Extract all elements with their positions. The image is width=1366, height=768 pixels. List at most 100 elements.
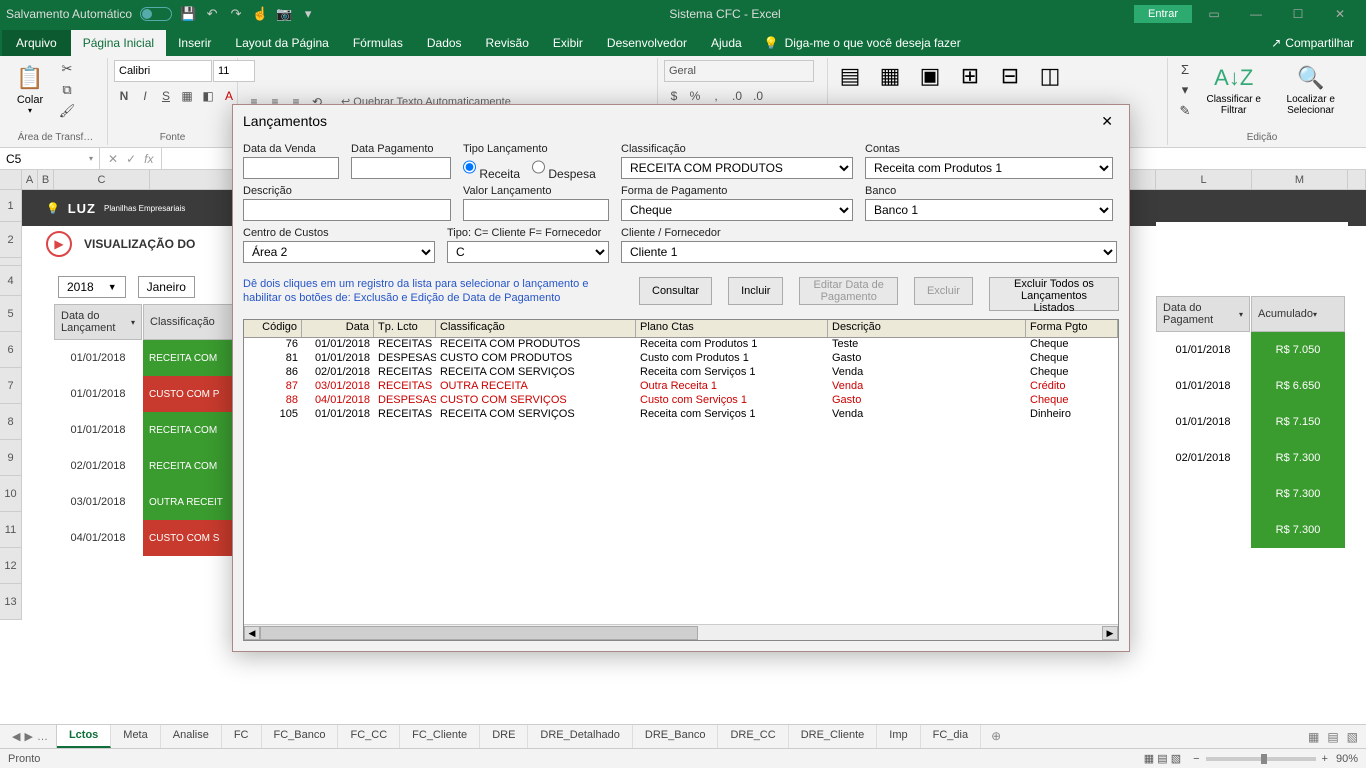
tab-layout[interactable]: Layout da Página [223,30,340,56]
scroll-track[interactable] [260,626,1102,640]
save-icon[interactable]: 💾 [180,6,196,22]
cell-date[interactable]: 04/01/2018 [54,520,142,556]
row-5[interactable]: 5 [0,296,22,332]
close-window-icon[interactable]: ✕ [1320,1,1360,27]
view-buttons[interactable]: ▦ ▤ ▧ [1144,752,1181,765]
cell-class[interactable]: CUSTO COM P [143,376,233,412]
autosum-icon[interactable]: Σ [1174,60,1196,78]
select-classif[interactable]: RECEITA COM PRODUTOS [621,157,853,179]
close-icon[interactable]: ✕ [1095,111,1119,132]
select-centro[interactable]: Área 2 [243,241,435,263]
sheet-tab-Imp[interactable]: Imp [877,725,920,748]
decrease-decimal-icon[interactable]: .0 [748,86,768,106]
tab-nav-prev-icon[interactable]: ◀ [12,730,20,743]
italic-icon[interactable]: I [135,86,155,106]
hdr-data-pgto[interactable]: Data do Pagament▾ [1156,296,1250,332]
cell-class[interactable]: RECEITA COM [143,340,233,376]
cut-icon[interactable]: ✂ [56,60,78,78]
sheet-tab-DRE_Detalhado[interactable]: DRE_Detalhado [528,725,633,748]
cell-class[interactable]: OUTRA RECEIT [143,484,233,520]
consultar-button[interactable]: Consultar [639,277,712,305]
tab-desenvolvedor[interactable]: Desenvolvedor [595,30,699,56]
radio-receita[interactable]: Receita [463,156,520,181]
touch-icon[interactable]: ☝ [252,6,268,22]
tab-dados[interactable]: Dados [415,30,474,56]
cell-acum[interactable]: R$ 7.150 [1251,404,1345,440]
cell-date[interactable]: 02/01/2018 [54,448,142,484]
cell-acum[interactable]: R$ 7.300 [1251,512,1345,548]
copy-icon[interactable]: ⧉ [56,81,78,99]
cell-date[interactable]: 03/01/2018 [54,484,142,520]
cell-date[interactable]: 01/01/2018 [54,340,142,376]
play-icon[interactable]: ▶ [46,231,72,257]
sheet-tab-FC_CC[interactable]: FC_CC [338,725,400,748]
zoom-out-icon[interactable]: − [1193,753,1199,765]
row-9[interactable]: 9 [0,440,22,476]
sheet-tab-DRE_Cliente[interactable]: DRE_Cliente [789,725,878,748]
excluir-button[interactable]: Excluir [914,277,973,305]
sheet-tab-Meta[interactable]: Meta [111,725,160,748]
zoom-in-icon[interactable]: + [1322,753,1328,765]
new-sheet-icon[interactable]: ⊕ [981,725,1011,748]
view-layout-icon[interactable]: ▤ [1327,730,1338,744]
cell-pgto[interactable] [1156,512,1250,548]
lancamentos-grid[interactable]: Código Data Tp. Lcto Classificação Plano… [243,319,1119,641]
tell-me-input[interactable]: 💡 Diga-me o que você deseja fazer [754,30,971,56]
select-forma[interactable]: Cheque [621,199,853,221]
ribbon-options-icon[interactable]: ▭ [1194,1,1234,27]
col-A[interactable]: A [22,170,38,189]
row-12[interactable]: 12 [0,548,22,584]
select-contas[interactable]: Receita com Produtos 1 [865,157,1113,179]
select-tipo-cf[interactable]: C [447,241,609,263]
cancel-formula-icon[interactable]: ✕ [108,152,118,166]
percent-icon[interactable]: % [685,86,705,106]
paste-button[interactable]: 📋 Colar ▾ [10,60,50,117]
row-4[interactable]: 4 [0,266,22,296]
font-color-icon[interactable]: A [219,86,239,106]
format-table-icon[interactable]: ▦ [874,60,906,92]
cell-pgto[interactable] [1156,476,1250,512]
scroll-right-icon[interactable]: ▶ [1102,626,1118,640]
cell-pgto[interactable]: 02/01/2018 [1156,440,1250,476]
sheet-tab-Analise[interactable]: Analise [161,725,222,748]
format-painter-icon[interactable]: 🖌 [56,102,78,120]
cell-acum[interactable]: R$ 7.050 [1251,332,1345,368]
comma-icon[interactable]: , [706,86,726,106]
month-filter[interactable]: Janeiro [138,276,195,298]
gh-tplcto[interactable]: Tp. Lcto [374,320,436,337]
zoom-slider[interactable] [1206,757,1316,761]
cell-pgto[interactable]: 01/01/2018 [1156,332,1250,368]
grid-row[interactable]: 10501/01/2018RECEITASRECEITA COM SERVIÇO… [244,408,1118,422]
cell-class[interactable]: CUSTO COM S [143,520,233,556]
zoom-level[interactable]: 90% [1336,753,1358,765]
excluir-todos-button[interactable]: Excluir Todos os Lançamentos Listados [989,277,1119,311]
row-8[interactable]: 8 [0,404,22,440]
sheet-tab-DRE[interactable]: DRE [480,725,528,748]
col-C[interactable]: C [54,170,150,189]
sheet-tab-FC_Cliente[interactable]: FC_Cliente [400,725,480,748]
delete-cells-icon[interactable]: ⊟ [994,60,1026,92]
cell-class[interactable]: RECEITA COM [143,448,233,484]
sort-filter-button[interactable]: A↓Z Classificar e Filtrar [1200,60,1267,118]
col-M[interactable]: M [1252,170,1348,189]
col-B[interactable]: B [38,170,54,189]
tab-revisao[interactable]: Revisão [474,30,541,56]
hdr-data-lcto[interactable]: Data do Lançament▾ [54,304,142,340]
scroll-thumb[interactable] [260,626,698,640]
currency-icon[interactable]: $ [664,86,684,106]
sheet-tab-DRE_CC[interactable]: DRE_CC [718,725,788,748]
minimize-icon[interactable]: — [1236,1,1276,27]
row-7[interactable]: 7 [0,368,22,404]
sheet-tab-FC_Banco[interactable]: FC_Banco [262,725,339,748]
incluir-button[interactable]: Incluir [728,277,783,305]
row-1[interactable]: 1 [0,190,22,222]
name-box[interactable]: C5▾ [0,148,100,169]
cell-date[interactable]: 01/01/2018 [54,376,142,412]
autosave-toggle[interactable] [140,7,172,21]
grid-row[interactable]: 7601/01/2018RECEITASRECEITA COM PRODUTOS… [244,338,1118,352]
tab-ajuda[interactable]: Ajuda [699,30,754,56]
row-13[interactable]: 13 [0,584,22,620]
redo-icon[interactable]: ↷ [228,6,244,22]
bold-icon[interactable]: N [114,86,134,106]
cell-styles-icon[interactable]: ▣ [914,60,946,92]
